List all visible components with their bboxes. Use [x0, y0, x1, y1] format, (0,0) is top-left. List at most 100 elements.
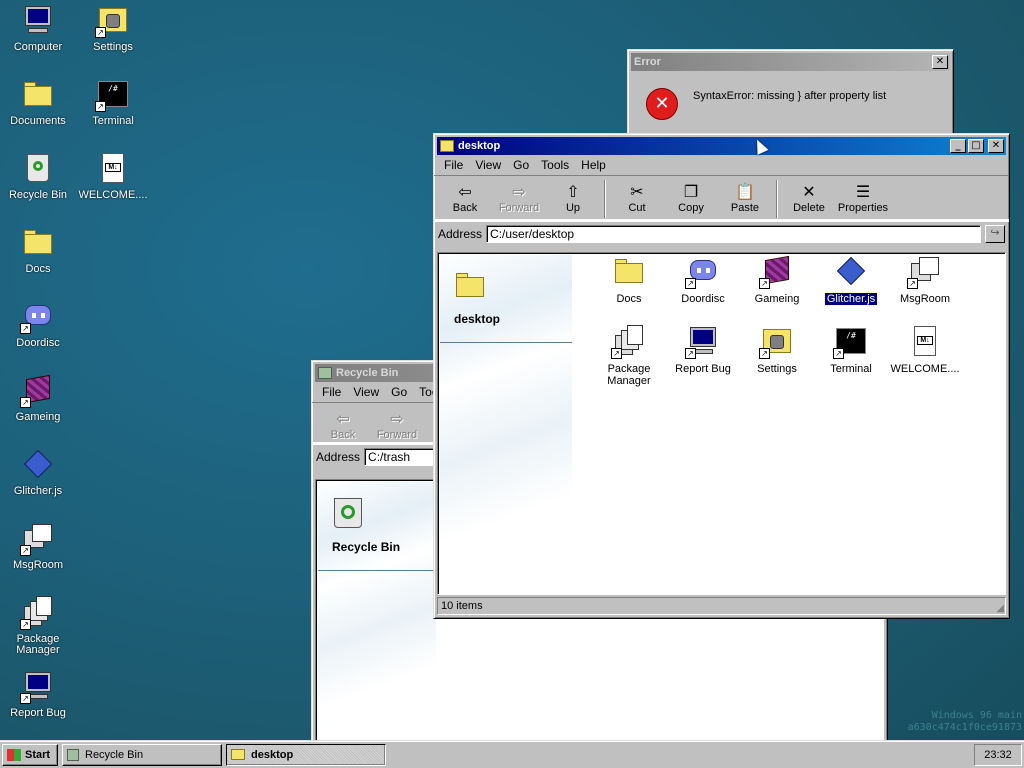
icon-label: Computer — [13, 41, 63, 53]
file-item[interactable]: ↗ Report Bug — [666, 325, 740, 375]
file-item[interactable]: Glitcher.js — [814, 255, 888, 306]
copy-icon: ❐ — [683, 182, 699, 201]
button-label: Back — [330, 429, 356, 441]
desktop-icon-terminal[interactable]: /# ↗ Terminal — [75, 78, 151, 127]
button-label: Forward — [376, 429, 418, 441]
button-label: Up — [565, 202, 581, 214]
menu-view[interactable]: View — [469, 158, 507, 172]
delete-button[interactable]: ✕ Delete — [782, 178, 836, 214]
icon-label: Package Manager — [16, 633, 60, 656]
file-label: WELCOME.... — [890, 363, 960, 375]
cube-icon: ↗ — [759, 255, 793, 289]
file-item[interactable]: ↗ Settings — [740, 325, 814, 375]
paste-icon: 📋 — [735, 182, 755, 201]
desktop-titlebar[interactable]: desktop _ □ ✕ — [437, 137, 1006, 155]
markdown-file-icon: M↓ — [909, 325, 941, 357]
back-button[interactable]: ⇦ Back — [438, 178, 492, 214]
desktop-icon-settings[interactable]: ↗ Settings — [75, 4, 151, 53]
file-item[interactable]: M↓ WELCOME.... — [888, 325, 962, 375]
folder-icon — [454, 269, 488, 299]
file-item[interactable]: ↗ Package Manager — [592, 325, 666, 387]
address-input[interactable]: C:/user/desktop — [486, 224, 981, 243]
close-icon[interactable]: ✕ — [988, 139, 1004, 153]
desktop-icon-gameing[interactable]: ↗ Gameing — [0, 374, 76, 423]
markdown-file-icon: M↓ — [97, 152, 129, 184]
toolbar: ⇦ Back ⇨ Forward ⇧ Up ✂ Cut ❐ Copy 📋 Paste ✕ Delete ☰ P… — [434, 175, 1009, 221]
up-icon: ⇧ — [566, 182, 580, 201]
file-item[interactable]: /# ↗ Terminal — [814, 325, 888, 375]
desktop-icon-computer[interactable]: Computer — [0, 4, 76, 53]
menu-view[interactable]: View — [347, 385, 385, 399]
maximize-icon[interactable]: □ — [968, 139, 984, 153]
icon-label: Docs — [25, 263, 51, 275]
folder-icon — [22, 226, 54, 258]
forward-button[interactable]: ⇨ Forward — [492, 178, 546, 214]
button-label: Back — [452, 202, 478, 214]
desktop-icon-recycle-bin[interactable]: Recycle Bin — [0, 152, 76, 201]
version-watermark: Windows 96 main a630c474c1f0ce91873 — [908, 710, 1022, 734]
back-icon: ⇦ — [458, 182, 472, 201]
menu-tools[interactable]: Tools — [535, 158, 575, 172]
desktop-icon-package-manager[interactable]: ↗ Package Manager — [0, 596, 76, 656]
task-button-desktop[interactable]: desktop — [226, 743, 386, 766]
desktop-icon-glitcher[interactable]: Glitcher.js — [0, 448, 76, 497]
menu-go[interactable]: Go — [385, 385, 413, 399]
system-tray-clock: 23:32 — [974, 743, 1022, 766]
start-label: Start — [25, 748, 51, 761]
shortcut-arrow-icon: ↗ — [95, 27, 106, 38]
icon-label: Terminal — [92, 115, 134, 127]
menu-file[interactable]: File — [316, 385, 347, 399]
button-label: Cut — [628, 202, 646, 214]
address-label: Address — [438, 226, 483, 241]
button-label: Paste — [730, 202, 760, 214]
menu-help[interactable]: Help — [575, 158, 612, 172]
error-icon: ✕ — [646, 88, 678, 120]
paste-button[interactable]: 📋 Paste — [718, 178, 772, 214]
file-item[interactable]: ↗ MsgRoom — [888, 255, 962, 305]
properties-button[interactable]: ☰ Properties — [836, 178, 890, 214]
forward-button[interactable]: ⇨ Forward — [370, 405, 424, 441]
file-item[interactable]: ↗ Gameing — [740, 255, 814, 305]
task-label: desktop — [251, 748, 294, 761]
close-icon[interactable]: ✕ — [932, 55, 948, 69]
minimize-icon[interactable]: _ — [950, 139, 966, 153]
toolbar-separator — [776, 180, 778, 218]
properties-icon: ☰ — [855, 182, 871, 201]
side-pane: Recycle Bin — [318, 482, 436, 743]
file-item[interactable]: Docs — [592, 255, 666, 305]
shortcut-arrow-icon: ↗ — [20, 619, 31, 630]
shortcut-arrow-icon: ↗ — [20, 323, 31, 334]
task-button-recycle-bin[interactable]: Recycle Bin — [62, 743, 222, 766]
file-item[interactable]: ↗ Doordisc — [666, 255, 740, 305]
monitor-icon: ↗ — [20, 670, 54, 704]
cut-button[interactable]: ✂ Cut — [610, 178, 664, 214]
start-button[interactable]: Start — [2, 743, 58, 766]
recycle-bin-icon — [334, 498, 362, 528]
back-button[interactable]: ⇦ Back — [316, 405, 370, 441]
watermark-line: a630c474c1f0ce91873 — [907, 722, 1022, 733]
watermark-line: Windows 96 main — [931, 710, 1022, 721]
file-label: MsgRoom — [899, 293, 951, 305]
package-icon: ↗ — [611, 325, 645, 359]
desktop-icon-msgroom[interactable]: ↗ MsgRoom — [0, 522, 76, 571]
menu-file[interactable]: File — [438, 158, 469, 172]
monitor-icon: ↗ — [685, 325, 719, 359]
shortcut-arrow-icon: ↗ — [20, 545, 31, 556]
shortcut-arrow-icon: ↗ — [907, 278, 918, 289]
desktop-icon-docs[interactable]: Docs — [0, 226, 76, 275]
go-button[interactable]: ↪ — [985, 224, 1005, 243]
file-label: Doordisc — [681, 293, 725, 305]
desktop-icon-documents[interactable]: Documents — [0, 78, 76, 127]
side-pane: desktop — [440, 255, 572, 592]
recycle-bin-icon — [22, 152, 54, 184]
up-button[interactable]: ⇧ Up — [546, 178, 600, 214]
button-label: Delete — [793, 202, 825, 214]
error-titlebar[interactable]: Error ✕ — [631, 53, 950, 71]
desktop-icon-doordisc[interactable]: ↗ Doordisc — [0, 300, 76, 349]
menu-go[interactable]: Go — [507, 158, 535, 172]
desktop-icon-report-bug[interactable]: ↗ Report Bug — [0, 670, 76, 719]
copy-button[interactable]: ❐ Copy — [664, 178, 718, 214]
resize-grip-icon[interactable]: ◢ — [996, 603, 1004, 614]
icon-label: WELCOME.... — [78, 189, 148, 201]
desktop-icon-welcome[interactable]: M↓ WELCOME.... — [75, 152, 151, 201]
